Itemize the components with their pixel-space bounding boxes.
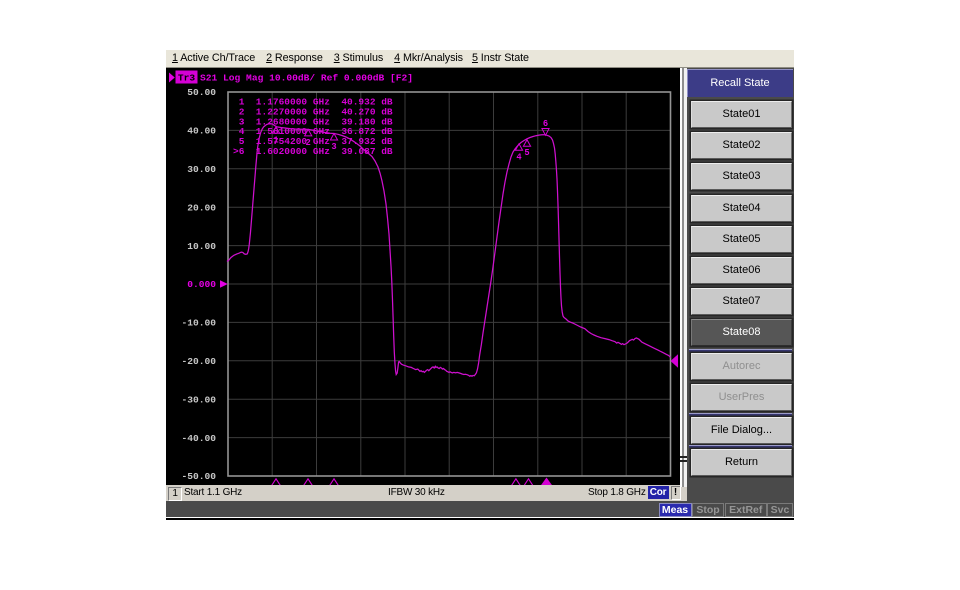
- svg-text:5: 5: [524, 148, 529, 158]
- svg-text:10.00: 10.00: [187, 241, 216, 252]
- svg-text:>6 1.6020000 GHz 39.087 dB: >6 1.6020000 GHz 39.087 dB: [233, 146, 393, 157]
- svg-text:30.00: 30.00: [187, 164, 216, 175]
- svg-text:6: 6: [543, 119, 548, 129]
- svg-text:Tr3: Tr3: [178, 73, 196, 84]
- svg-text:0.000: 0.000: [187, 279, 216, 290]
- svg-text:S21 Log Mag 10.00dB/ Ref 0.000: S21 Log Mag 10.00dB/ Ref 0.000dB [F2]: [200, 73, 413, 84]
- svg-text:4: 4: [516, 152, 522, 162]
- svg-text:-10.00: -10.00: [181, 318, 216, 329]
- svg-text:-50.00: -50.00: [181, 471, 216, 482]
- svg-text:-20.00: -20.00: [181, 356, 216, 367]
- svg-text:50.00: 50.00: [187, 87, 216, 98]
- svg-text:-40.00: -40.00: [181, 433, 216, 444]
- svg-text:-30.00: -30.00: [181, 394, 216, 405]
- svg-text:40.00: 40.00: [187, 126, 216, 137]
- svg-text:20.00: 20.00: [187, 202, 216, 213]
